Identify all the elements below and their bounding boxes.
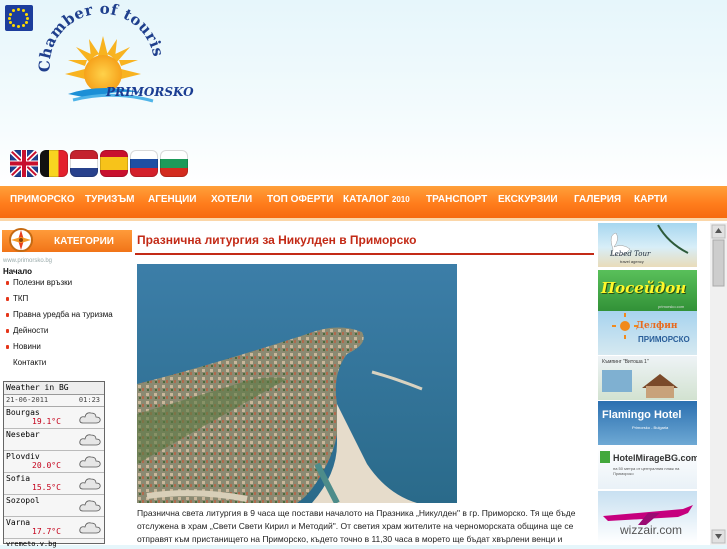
english-flag-icon[interactable] [10,150,38,177]
bullet-icon [6,313,9,317]
weather-row: Sofia 15.5°C [4,473,104,495]
main-content: Празнична литургия за Никулден в Приморс… [133,228,594,545]
nav-item-catalog[interactable]: КАТАЛОГ 2010 [343,186,410,218]
nav-item-top-offers[interactable]: ТОП ОФЕРТИ [267,186,333,218]
belgian-flag-icon[interactable] [40,150,68,177]
weather-date: 21-06-2011 01:23 [4,395,104,407]
category-list: Полезни връзки ТКП Правна уредба на тури… [6,276,113,372]
bullet-icon [6,329,9,333]
spanish-flag-icon[interactable] [100,150,128,177]
cloud-icon [79,412,101,424]
weather-row: Bourgas 19.1°C [4,407,104,429]
category-item[interactable]: Контакти [6,356,113,372]
nav-underline [0,218,727,221]
ad-delfin[interactable]: Делфин ПРИМОРСКО [598,311,697,355]
weather-row: Sozopol [4,495,104,517]
scroll-thumb [712,239,725,287]
nav-item-transport[interactable]: ТРАНСПОРТ [426,186,487,218]
svg-text:PRIMORSKO: PRIMORSKO [105,85,194,99]
nav-item-gallery[interactable]: ГАЛЕРИЯ [574,186,621,218]
ad-camping-vitosha[interactable]: Къмпинг "Витоша 1" [598,356,697,400]
category-item[interactable]: Новини [6,340,113,356]
weather-row: Nesebar [4,429,104,451]
swan-icon [610,224,689,256]
cloud-icon [79,478,101,490]
compass-icon [9,228,33,252]
article-caption: Празнична света литургия в 9 часа ще пос… [137,508,576,544]
language-flags [10,150,188,177]
nav-item-agencies[interactable]: АГЕНЦИИ [148,186,196,218]
bullet-icon [6,281,9,285]
ad-hotel-mirage[interactable]: HotelMirageBG.com на 50 метра от централ… [598,445,697,489]
category-item[interactable]: Полезни връзки [6,276,113,292]
main-nav: ПРИМОРСКО ТУРИЗЪМ АГЕНЦИИ ХОТЕЛИ ТОП ОФЕ… [0,186,727,218]
categories-header: КАТЕГОРИИ [2,228,132,252]
ads-column: Lebed Tour travel agency Посейдон primor… [598,223,727,545]
dutch-flag-icon[interactable] [70,150,98,177]
header: Chamber of tourism PRIMORSKO [0,0,727,186]
bullet-icon [6,345,9,349]
hotel-mirage-logo-icon [600,451,610,463]
nav-item-hotels[interactable]: ХОТЕЛИ [211,186,252,218]
nav-item-maps[interactable]: КАРТИ [634,186,667,218]
categories-sidebar: КАТЕГОРИИ www.primorsko.bg Начало Полезн… [0,228,133,373]
aerial-photo-primorsko [137,264,457,503]
title-divider [135,253,594,255]
bulgarian-flag-icon[interactable] [160,150,188,177]
weather-widget: Weather in BG 21-06-2011 01:23 Bourgas 19.… [3,381,105,548]
weather-title: Weather in BG [4,382,104,395]
nav-item-tourism[interactable]: ТУРИЗЪМ [85,186,134,218]
ad-lebed-tour[interactable]: Lebed Tour travel agency [598,223,697,267]
chamber-of-tourism-logo[interactable]: Chamber of tourism PRIMORSKO [28,2,208,110]
category-item[interactable]: Дейности [6,324,113,340]
sun-icon [612,313,638,339]
ad-poseidon[interactable]: Посейдон primorsko.com [598,270,697,314]
home-link[interactable]: Начало [3,267,32,276]
cloud-icon [79,456,101,468]
cloud-icon [79,500,101,512]
category-item[interactable]: Правна уредба на туризма [6,308,113,324]
slovenian-flag-icon[interactable] [130,150,158,177]
cloud-icon [79,522,101,534]
weather-row: Varna 17.7°C [4,517,104,539]
category-item[interactable]: ТКП [6,292,113,308]
weather-source-link[interactable]: vremeto.v.bg [4,539,104,549]
cloud-icon [79,434,101,446]
nav-item-primorsko[interactable]: ПРИМОРСКО [10,186,75,218]
article-title[interactable]: Празнична литургия за Никулден в Приморс… [137,233,416,247]
nav-item-excursions[interactable]: ЕКСКУРЗИИ [498,186,558,218]
bullet-icon [6,297,9,301]
ad-flamingo-hotel[interactable]: Flamingo Hotel Primorsko - Bulgaria [598,401,697,445]
weather-row: Plovdiv 20.0°C [4,451,104,473]
site-url-label: www.primorsko.bg [3,258,53,264]
vertical-scrollbar[interactable] [710,223,727,545]
ad-wizzair[interactable]: wizzair.com [598,491,697,543]
